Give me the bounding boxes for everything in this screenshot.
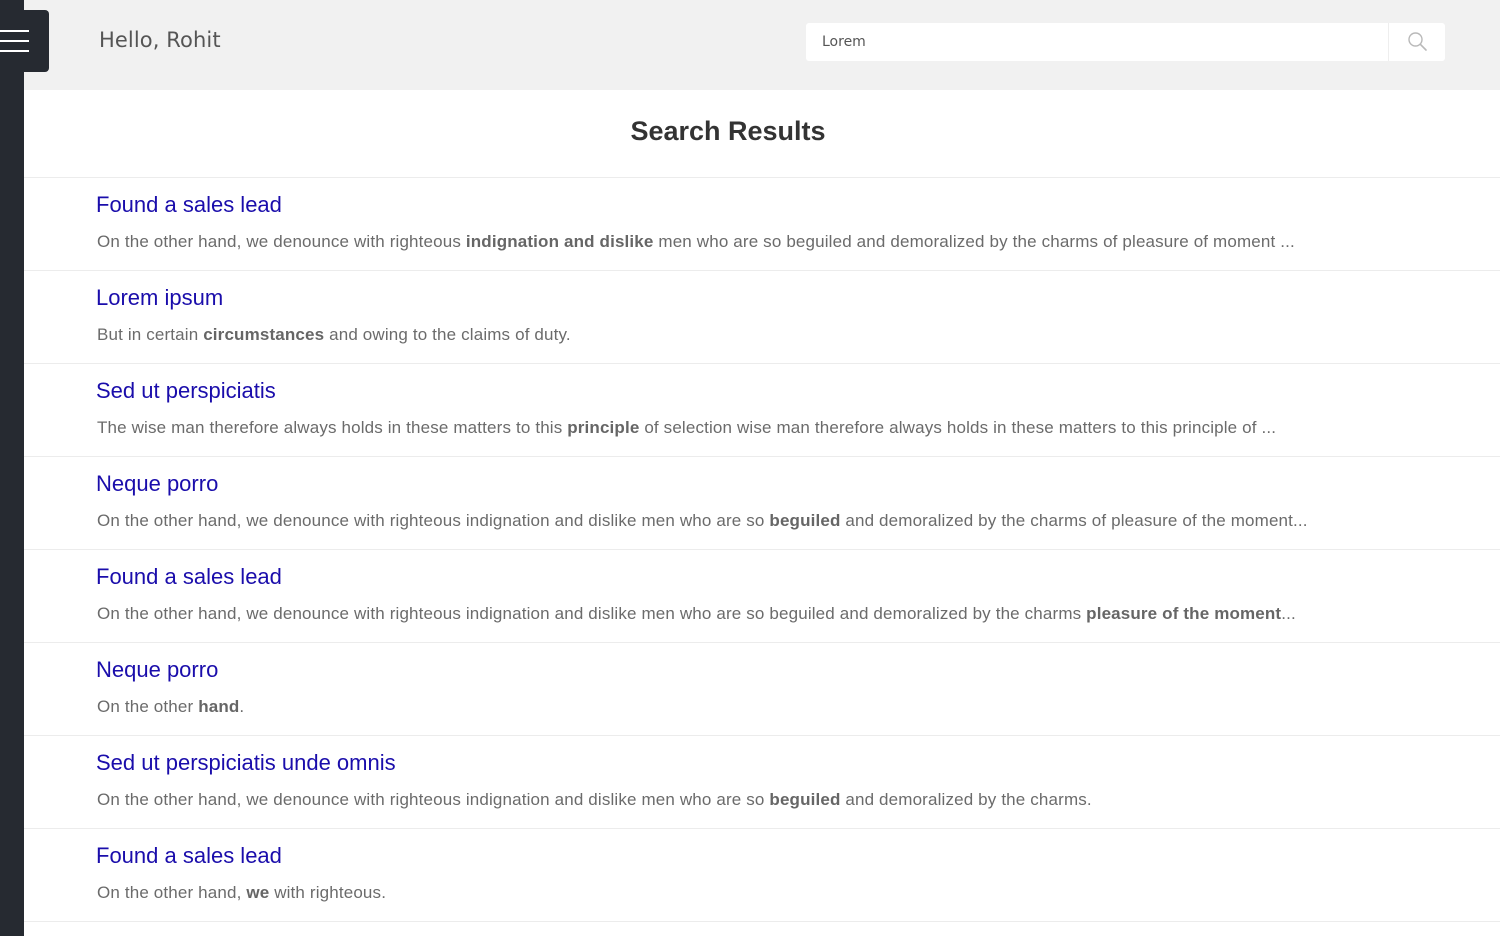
top-bar: Hello, Rohit [24, 0, 1500, 90]
result-title-link[interactable]: Found a sales lead [96, 192, 282, 218]
result-snippet: On the other hand. [97, 697, 245, 716]
result-title-link[interactable]: Sed ut perspiciatis [96, 378, 276, 404]
search-box [806, 23, 1445, 61]
result-title-link[interactable]: Found a sales lead [96, 564, 282, 590]
search-icon [1408, 32, 1427, 51]
search-result: Sed ut perspiciatis unde omnis On the ot… [24, 736, 1500, 829]
result-title-link[interactable]: Neque porro [96, 657, 218, 683]
search-result: Lorem ipsum But in certain circumstances… [24, 271, 1500, 364]
main-content: Search Results Found a sales lead On the… [24, 90, 1500, 936]
search-button[interactable] [1388, 23, 1445, 61]
search-result: Neque porro On the other hand. [24, 643, 1500, 736]
search-result: Found a sales lead On the other hand, we… [24, 178, 1500, 271]
greeting-text: Hello, Rohit [99, 28, 221, 52]
page-title: Search Results [630, 116, 826, 146]
search-result: Sed ut perspiciatis The wise man therefo… [24, 364, 1500, 457]
result-title-link[interactable]: Sed ut perspiciatis unde omnis [96, 750, 396, 776]
result-snippet: On the other hand, we denounce with righ… [97, 790, 1092, 809]
result-snippet: On the other hand, we denounce with righ… [97, 232, 1295, 251]
result-snippet: On the other hand, we denounce with righ… [97, 511, 1308, 530]
hamburger-menu-icon-line [0, 50, 29, 52]
result-title-link[interactable]: Found a sales lead [96, 843, 282, 869]
hamburger-menu-icon [0, 30, 29, 32]
search-result: Neque porro On the other hand, we denoun… [24, 457, 1500, 550]
search-result: Found a sales lead On the other hand, we… [24, 550, 1500, 643]
search-result: Found a sales lead On the other hand, we… [24, 829, 1500, 922]
result-snippet: But in certain circumstances and owing t… [97, 325, 571, 344]
result-title-link[interactable]: Lorem ipsum [96, 285, 223, 311]
results-list: Found a sales lead On the other hand, we… [24, 178, 1500, 922]
result-title-link[interactable]: Neque porro [96, 471, 218, 497]
search-input[interactable] [806, 23, 1388, 61]
sidebar [0, 0, 24, 936]
result-snippet: On the other hand, we denounce with righ… [97, 604, 1296, 623]
result-snippet: The wise man therefore always holds in t… [97, 418, 1277, 437]
menu-toggle-button[interactable] [0, 10, 49, 72]
result-snippet: On the other hand, we with righteous. [97, 883, 387, 902]
hamburger-menu-icon-line [0, 40, 29, 42]
